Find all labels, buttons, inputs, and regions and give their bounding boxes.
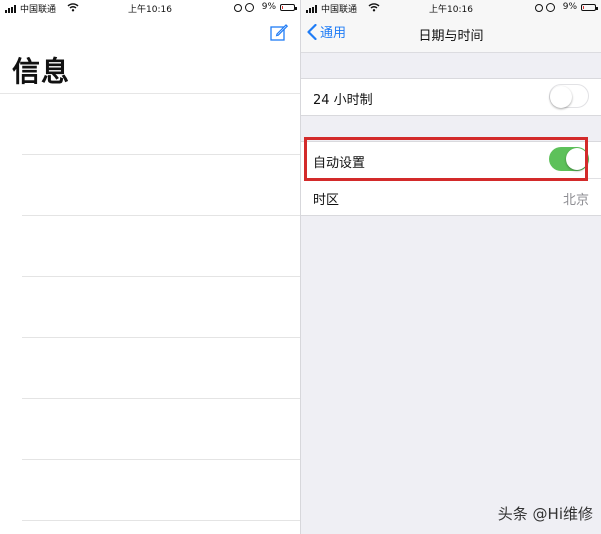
- auto-set-row: 自动设置: [301, 142, 601, 178]
- hour24-label: 24 小时制: [313, 93, 373, 108]
- alarm-icon: [245, 3, 254, 12]
- auto-set-group: 自动设置 时区 北京: [301, 141, 601, 216]
- status-bar: 中国联通 上午10:16 9%: [0, 0, 300, 16]
- list-item[interactable]: [22, 155, 300, 216]
- battery-icon: [280, 4, 297, 11]
- watermark-text: 头条 @Hi维修: [497, 505, 593, 523]
- timezone-label: 时区: [313, 193, 340, 208]
- list-item[interactable]: [22, 399, 300, 460]
- list-item[interactable]: [22, 338, 300, 399]
- messages-screen: 中国联通 上午10:16 9% 信息: [0, 0, 300, 534]
- message-list: [0, 94, 300, 521]
- alarm-icon: [546, 3, 555, 12]
- battery-fill: [583, 6, 584, 9]
- status-time: 上午10:16: [128, 5, 172, 15]
- battery-icon: [581, 4, 598, 11]
- page-title: 信息: [12, 55, 71, 88]
- battery-fill: [282, 6, 283, 9]
- hour24-row: 24 小时制: [301, 79, 601, 115]
- auto-set-label: 自动设置: [313, 156, 366, 171]
- battery-percent: 9%: [562, 2, 577, 12]
- auto-set-toggle[interactable]: [549, 147, 589, 171]
- rotation-lock-icon: [234, 4, 242, 12]
- battery-percent: 9%: [261, 2, 276, 12]
- list-item[interactable]: [22, 277, 300, 338]
- navigation-bar: 通用 日期与时间: [301, 16, 601, 53]
- list-item[interactable]: [22, 460, 300, 521]
- status-time: 上午10:16: [429, 5, 473, 15]
- hour24-group: 24 小时制: [301, 78, 601, 116]
- timezone-value: 北京: [562, 193, 589, 208]
- timezone-row[interactable]: 时区 北京: [301, 179, 601, 215]
- status-bar: 中国联通 上午10:16 9%: [301, 0, 601, 16]
- rotation-lock-icon: [535, 4, 543, 12]
- hour24-toggle[interactable]: [549, 84, 589, 108]
- list-item[interactable]: [22, 216, 300, 277]
- date-time-screen: 中国联通 上午10:16 9% 通用 日期与时间 24 小时制 自动设置 时区 …: [301, 0, 601, 534]
- compose-icon[interactable]: [270, 24, 288, 42]
- nav-title: 日期与时间: [418, 29, 484, 44]
- list-item[interactable]: [22, 94, 300, 155]
- toggle-knob: [566, 148, 588, 170]
- toggle-knob: [550, 86, 572, 108]
